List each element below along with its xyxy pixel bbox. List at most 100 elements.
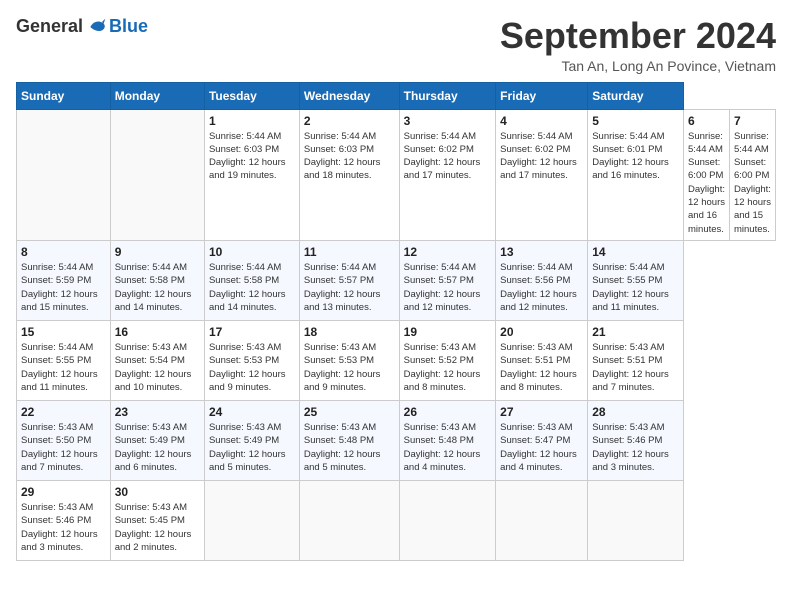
day-cell-16: 16 Sunrise: 5:43 AMSunset: 5:54 PMDayligh… [110, 320, 204, 400]
day-number: 20 [500, 325, 583, 339]
day-number: 13 [500, 245, 583, 259]
day-cell-15: 15Sunrise: 5:44 AMSunset: 5:55 PMDayligh… [17, 320, 111, 400]
day-number: 2 [304, 114, 395, 128]
day-cell-9: 9 Sunrise: 5:44 AMSunset: 5:58 PMDaylight… [110, 240, 204, 320]
day-info: Sunrise: 5:44 AMSunset: 5:58 PMDaylight:… [115, 261, 200, 314]
day-info: Sunrise: 5:43 AMSunset: 5:52 PMDaylight:… [404, 341, 492, 394]
empty-cell [17, 109, 111, 240]
day-number: 10 [209, 245, 295, 259]
day-cell-21: 21 Sunrise: 5:43 AMSunset: 5:51 PMDayligh… [588, 320, 684, 400]
day-number: 14 [592, 245, 679, 259]
day-number: 21 [592, 325, 679, 339]
logo-blue-text: Blue [109, 16, 148, 37]
day-cell-19: 19Sunrise: 5:43 AMSunset: 5:52 PMDayligh… [399, 320, 496, 400]
empty-cell [496, 480, 588, 560]
day-number: 4 [500, 114, 583, 128]
empty-cell [110, 109, 204, 240]
day-cell-24: 24Sunrise: 5:43 AMSunset: 5:49 PMDayligh… [204, 400, 299, 480]
day-info: Sunrise: 5:44 AMSunset: 5:56 PMDaylight:… [500, 261, 583, 314]
weekday-header-friday: Friday [496, 82, 588, 109]
week-row-2: 8Sunrise: 5:44 AMSunset: 5:59 PMDaylight… [17, 240, 776, 320]
day-info: Sunrise: 5:44 AMSunset: 6:03 PMDaylight:… [304, 130, 395, 183]
day-info: Sunrise: 5:44 AMSunset: 5:59 PMDaylight:… [21, 261, 106, 314]
day-info: Sunrise: 5:44 AMSunset: 5:55 PMDaylight:… [592, 261, 679, 314]
day-number: 30 [115, 485, 200, 499]
day-number: 17 [209, 325, 295, 339]
day-cell-29: 29 Sunrise: 5:43 AMSunset: 5:46 PMDayligh… [17, 480, 111, 560]
day-cell-12: 12 Sunrise: 5:44 AMSunset: 5:57 PMDayligh… [399, 240, 496, 320]
day-number: 28 [592, 405, 679, 419]
weekday-header-saturday: Saturday [588, 82, 684, 109]
day-cell-22: 22Sunrise: 5:43 AMSunset: 5:50 PMDayligh… [17, 400, 111, 480]
day-info: Sunrise: 5:43 AMSunset: 5:45 PMDaylight:… [115, 501, 200, 554]
day-cell-20: 20 Sunrise: 5:43 AMSunset: 5:51 PMDayligh… [496, 320, 588, 400]
day-number: 9 [115, 245, 200, 259]
weekday-header-wednesday: Wednesday [299, 82, 399, 109]
day-info: Sunrise: 5:43 AMSunset: 5:49 PMDaylight:… [209, 421, 295, 474]
page-header: General Blue September 2024 Tan An, Long… [16, 16, 776, 74]
day-cell-8: 8Sunrise: 5:44 AMSunset: 5:59 PMDaylight… [17, 240, 111, 320]
week-row-1: 1 Sunrise: 5:44 AMSunset: 6:03 PMDaylight… [17, 109, 776, 240]
day-number: 23 [115, 405, 200, 419]
day-info: Sunrise: 5:43 AMSunset: 5:53 PMDaylight:… [304, 341, 395, 394]
day-info: Sunrise: 5:44 AMSunset: 6:01 PMDaylight:… [592, 130, 679, 183]
day-info: Sunrise: 5:43 AMSunset: 5:50 PMDaylight:… [21, 421, 106, 474]
empty-cell [204, 480, 299, 560]
month-title: September 2024 [500, 16, 776, 56]
day-info: Sunrise: 5:43 AMSunset: 5:47 PMDaylight:… [500, 421, 583, 474]
day-number: 27 [500, 405, 583, 419]
weekday-header-sunday: Sunday [17, 82, 111, 109]
day-info: Sunrise: 5:43 AMSunset: 5:46 PMDaylight:… [592, 421, 679, 474]
day-number: 26 [404, 405, 492, 419]
day-cell-11: 11 Sunrise: 5:44 AMSunset: 5:57 PMDayligh… [299, 240, 399, 320]
logo: General Blue [16, 16, 148, 37]
day-number: 7 [734, 114, 771, 128]
day-info: Sunrise: 5:44 AMSunset: 6:00 PMDaylight:… [734, 130, 771, 236]
day-info: Sunrise: 5:44 AMSunset: 5:57 PMDaylight:… [304, 261, 395, 314]
calendar-table: SundayMondayTuesdayWednesdayThursdayFrid… [16, 82, 776, 561]
empty-cell [299, 480, 399, 560]
day-number: 3 [404, 114, 492, 128]
weekday-header-row: SundayMondayTuesdayWednesdayThursdayFrid… [17, 82, 776, 109]
weekday-header-tuesday: Tuesday [204, 82, 299, 109]
day-cell-7: 7 Sunrise: 5:44 AMSunset: 6:00 PMDaylight… [729, 109, 775, 240]
day-info: Sunrise: 5:43 AMSunset: 5:51 PMDaylight:… [500, 341, 583, 394]
day-info: Sunrise: 5:44 AMSunset: 6:00 PMDaylight:… [688, 130, 725, 236]
day-cell-3: 3 Sunrise: 5:44 AMSunset: 6:02 PMDaylight… [399, 109, 496, 240]
day-cell-6: 6 Sunrise: 5:44 AMSunset: 6:00 PMDaylight… [684, 109, 730, 240]
day-number: 11 [304, 245, 395, 259]
day-number: 29 [21, 485, 106, 499]
day-cell-13: 13 Sunrise: 5:44 AMSunset: 5:56 PMDayligh… [496, 240, 588, 320]
week-row-4: 22Sunrise: 5:43 AMSunset: 5:50 PMDayligh… [17, 400, 776, 480]
weekday-header-thursday: Thursday [399, 82, 496, 109]
day-cell-1: 1 Sunrise: 5:44 AMSunset: 6:03 PMDaylight… [204, 109, 299, 240]
day-cell-10: 10 Sunrise: 5:44 AMSunset: 5:58 PMDayligh… [204, 240, 299, 320]
day-info: Sunrise: 5:44 AMSunset: 6:03 PMDaylight:… [209, 130, 295, 183]
week-row-5: 29 Sunrise: 5:43 AMSunset: 5:46 PMDayligh… [17, 480, 776, 560]
day-cell-5: 5Sunrise: 5:44 AMSunset: 6:01 PMDaylight… [588, 109, 684, 240]
day-info: Sunrise: 5:43 AMSunset: 5:51 PMDaylight:… [592, 341, 679, 394]
day-info: Sunrise: 5:43 AMSunset: 5:46 PMDaylight:… [21, 501, 106, 554]
day-info: Sunrise: 5:44 AMSunset: 5:58 PMDaylight:… [209, 261, 295, 314]
day-info: Sunrise: 5:44 AMSunset: 6:02 PMDaylight:… [404, 130, 492, 183]
day-number: 25 [304, 405, 395, 419]
day-cell-23: 23Sunrise: 5:43 AMSunset: 5:49 PMDayligh… [110, 400, 204, 480]
day-info: Sunrise: 5:44 AMSunset: 5:57 PMDaylight:… [404, 261, 492, 314]
day-number: 1 [209, 114, 295, 128]
day-info: Sunrise: 5:43 AMSunset: 5:48 PMDaylight:… [304, 421, 395, 474]
location-subtitle: Tan An, Long An Povince, Vietnam [500, 58, 776, 74]
day-number: 16 [115, 325, 200, 339]
day-cell-28: 28 Sunrise: 5:43 AMSunset: 5:46 PMDayligh… [588, 400, 684, 480]
day-number: 6 [688, 114, 725, 128]
empty-cell [399, 480, 496, 560]
day-cell-26: 26 Sunrise: 5:43 AMSunset: 5:48 PMDayligh… [399, 400, 496, 480]
logo-general-text: General [16, 16, 83, 37]
day-info: Sunrise: 5:44 AMSunset: 5:55 PMDaylight:… [21, 341, 106, 394]
day-info: Sunrise: 5:43 AMSunset: 5:48 PMDaylight:… [404, 421, 492, 474]
day-cell-27: 27 Sunrise: 5:43 AMSunset: 5:47 PMDayligh… [496, 400, 588, 480]
day-info: Sunrise: 5:43 AMSunset: 5:54 PMDaylight:… [115, 341, 200, 394]
day-cell-25: 25 Sunrise: 5:43 AMSunset: 5:48 PMDayligh… [299, 400, 399, 480]
weekday-header-monday: Monday [110, 82, 204, 109]
day-cell-2: 2 Sunrise: 5:44 AMSunset: 6:03 PMDaylight… [299, 109, 399, 240]
day-number: 12 [404, 245, 492, 259]
